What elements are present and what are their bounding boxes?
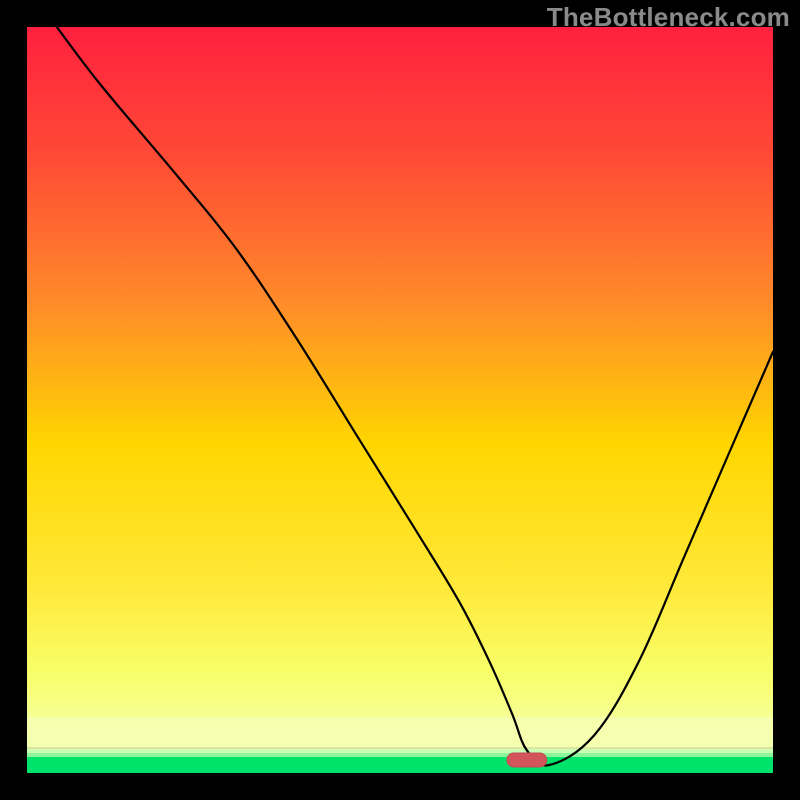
gradient-background [27,27,773,747]
green-band [27,757,773,773]
optimum-marker [507,753,547,767]
transition-stripe-2 [27,753,773,757]
transition-stripe-1 [27,749,773,753]
chart-svg [27,27,773,773]
chart-area [27,27,773,773]
